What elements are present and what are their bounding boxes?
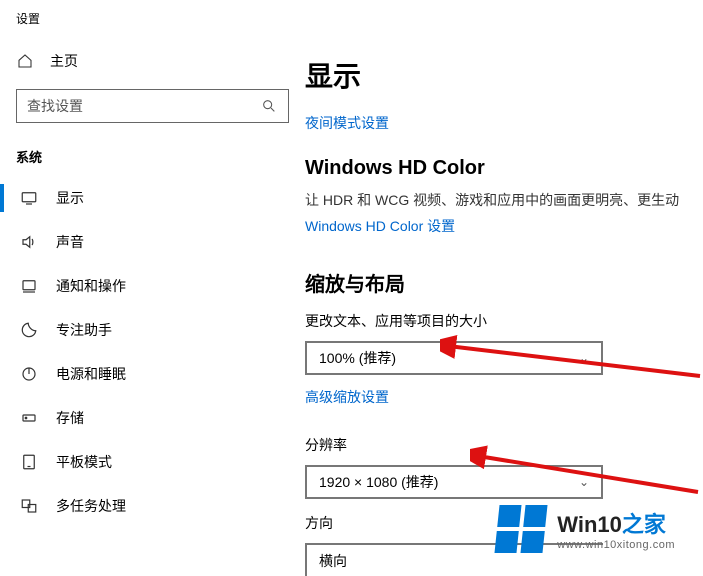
sidebar-item-focus-assist[interactable]: 专注助手	[0, 308, 305, 352]
resolution-dropdown[interactable]: 1920 × 1080 (推荐) ⌄	[305, 465, 603, 499]
sidebar-item-label: 声音	[56, 232, 84, 252]
scale-field-label: 更改文本、应用等项目的大小	[305, 311, 697, 331]
notifications-icon	[20, 277, 38, 295]
sidebar-item-tablet-mode[interactable]: 平板模式	[0, 440, 305, 484]
nav-list: 显示 声音 通知和操作 专注助手	[0, 176, 305, 528]
multitasking-icon	[20, 497, 38, 515]
hd-color-title: Windows HD Color	[305, 157, 697, 180]
sidebar: 主页 查找设置 系统 显示 声音	[0, 33, 305, 576]
storage-icon	[20, 409, 38, 427]
orientation-field-label: 方向	[305, 513, 697, 533]
scale-dropdown[interactable]: 100% (推荐) ⌄	[305, 341, 603, 375]
tablet-icon	[20, 453, 38, 471]
scale-layout-title: 缩放与布局	[305, 268, 697, 297]
sidebar-item-label: 存储	[56, 408, 84, 428]
night-mode-settings-link[interactable]: 夜间模式设置	[305, 113, 389, 133]
scale-value: 100% (推荐)	[319, 348, 396, 368]
power-icon	[20, 365, 38, 383]
window-title: 设置	[0, 0, 703, 33]
display-icon	[20, 189, 38, 207]
sidebar-item-multitasking[interactable]: 多任务处理	[0, 484, 305, 528]
sound-icon	[20, 233, 38, 251]
sidebar-item-label: 专注助手	[56, 320, 112, 340]
home-nav[interactable]: 主页	[0, 41, 305, 81]
orientation-value: 横向	[319, 551, 347, 571]
home-label: 主页	[50, 51, 78, 71]
page-title: 显示	[305, 55, 697, 95]
sidebar-item-label: 平板模式	[56, 452, 112, 472]
sidebar-item-label: 多任务处理	[56, 496, 126, 516]
home-icon	[16, 52, 34, 70]
main-content: 显示 夜间模式设置 Windows HD Color 让 HDR 和 WCG 视…	[305, 33, 703, 576]
sidebar-item-label: 电源和睡眠	[56, 364, 126, 384]
hd-color-description: 让 HDR 和 WCG 视频、游戏和应用中的画面更明亮、更生动	[305, 190, 697, 210]
sidebar-item-label: 显示	[56, 188, 84, 208]
system-category-label: 系统	[0, 135, 305, 176]
sidebar-item-notifications[interactable]: 通知和操作	[0, 264, 305, 308]
sidebar-item-power-sleep[interactable]: 电源和睡眠	[0, 352, 305, 396]
search-placeholder: 查找设置	[27, 96, 260, 116]
focus-assist-icon	[20, 321, 38, 339]
orientation-dropdown[interactable]: 横向	[305, 543, 603, 576]
chevron-down-icon: ⌄	[579, 351, 589, 365]
sidebar-item-label: 通知和操作	[56, 276, 126, 296]
advanced-scale-link[interactable]: 高级缩放设置	[305, 387, 389, 407]
resolution-value: 1920 × 1080 (推荐)	[319, 472, 438, 492]
sidebar-item-storage[interactable]: 存储	[0, 396, 305, 440]
hd-color-settings-link[interactable]: Windows HD Color 设置	[305, 216, 455, 236]
sidebar-item-sound[interactable]: 声音	[0, 220, 305, 264]
search-icon	[260, 97, 278, 115]
resolution-field-label: 分辨率	[305, 435, 697, 455]
chevron-down-icon: ⌄	[579, 475, 589, 489]
sidebar-item-display[interactable]: 显示	[0, 176, 305, 220]
search-input[interactable]: 查找设置	[16, 89, 289, 123]
